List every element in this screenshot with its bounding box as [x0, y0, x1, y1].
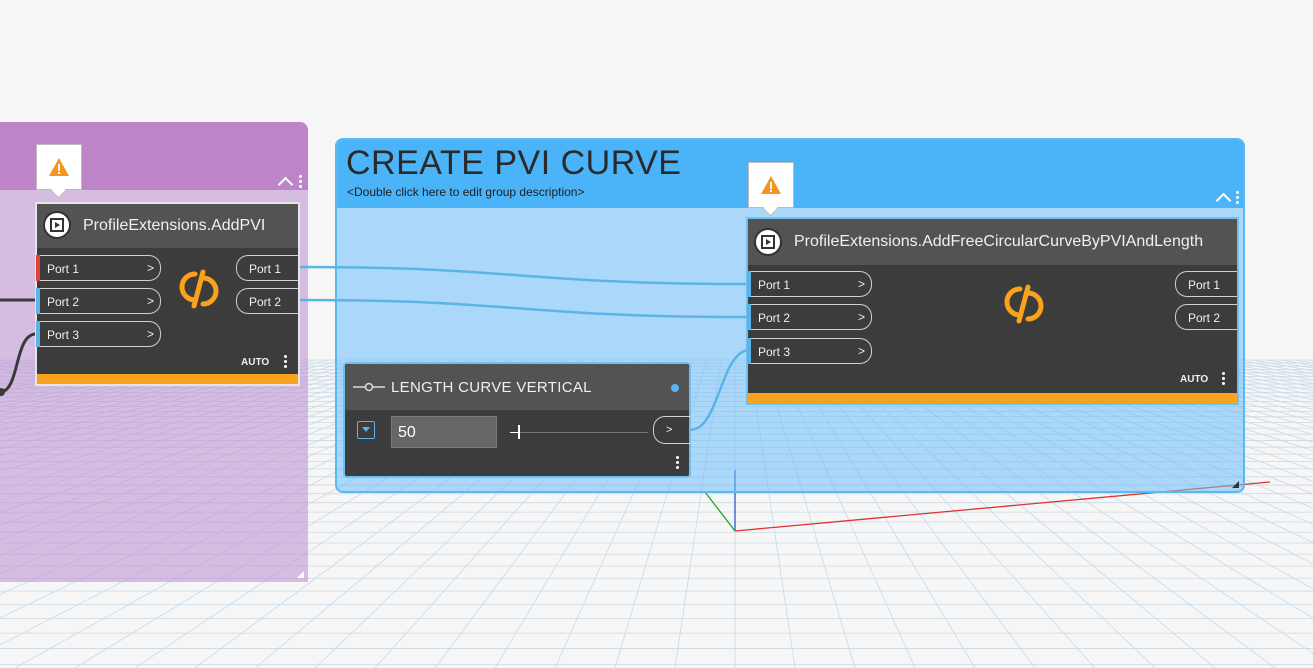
preview-indicator: [671, 384, 679, 392]
node-header[interactable]: LENGTH CURVE VERTICAL: [345, 364, 689, 410]
node-menu-icon[interactable]: [284, 355, 287, 370]
warning-bubble[interactable]: [748, 162, 794, 208]
output-port[interactable]: >: [653, 416, 691, 444]
port-label: Port 2: [1188, 311, 1221, 325]
slider-track[interactable]: [510, 432, 648, 433]
node-title: LENGTH CURVE VERTICAL: [391, 379, 592, 396]
group-resize-handle[interactable]: [297, 571, 304, 578]
node-add-free-circular-curve[interactable]: ProfileExtensions.AddFreeCircularCurveBy…: [746, 217, 1239, 405]
group-menu-icon[interactable]: [299, 175, 302, 190]
group-menu-icon[interactable]: [1236, 191, 1239, 206]
group-resize-handle[interactable]: [1232, 481, 1239, 488]
node-menu-icon[interactable]: [676, 456, 679, 471]
warning-bubble[interactable]: [36, 144, 82, 190]
warning-icon: [761, 176, 781, 194]
node-header[interactable]: ProfileExtensions.AddPVI: [37, 204, 298, 248]
input-port-1[interactable]: Port 1 >: [747, 271, 872, 297]
port-label: Port 1: [249, 262, 282, 276]
slider-thumb[interactable]: [518, 425, 520, 439]
input-port-2[interactable]: Port 2 >: [36, 288, 161, 314]
node-title: ProfileExtensions.AddPVI: [83, 217, 266, 234]
port-label: >: [666, 424, 673, 436]
port-label: Port 2: [47, 295, 80, 309]
port-label: Port 3: [758, 345, 791, 359]
port-label: Port 1: [1188, 278, 1221, 292]
slider-track-fill: [510, 432, 518, 433]
port-label: Port 2: [758, 311, 791, 325]
node-header[interactable]: ProfileExtensions.AddFreeCircularCurveBy…: [748, 219, 1237, 265]
lacing-label: AUTO: [1180, 374, 1209, 385]
node-length-curve-vertical[interactable]: LENGTH CURVE VERTICAL 50 >: [343, 362, 691, 478]
node-title: ProfileExtensions.AddFreeCircularCurveBy…: [794, 233, 1204, 250]
warning-icon: [49, 158, 69, 176]
node-status-bar: [748, 393, 1237, 403]
input-port-2[interactable]: Port 2 >: [747, 304, 872, 330]
node-menu-icon[interactable]: [1222, 372, 1225, 387]
input-port-3[interactable]: Port 3 >: [36, 321, 161, 347]
port-label: Port 2: [249, 295, 282, 309]
group-description[interactable]: <Double click here to edit group descrip…: [347, 185, 584, 199]
node-status-bar: [37, 374, 298, 384]
node-add-pvi[interactable]: ProfileExtensions.AddPVI Port 1 > Port 2 >…: [35, 202, 300, 386]
dynamo-logo-icon: [179, 269, 219, 309]
slider-value-input[interactable]: 50: [391, 416, 497, 448]
group-title[interactable]: CREATE PVI CURVE: [346, 144, 681, 183]
lacing-label: AUTO: [241, 357, 270, 368]
expand-slider-icon[interactable]: [357, 421, 375, 439]
port-label: Port 1: [758, 278, 791, 292]
port-label: Port 1: [47, 262, 80, 276]
node-type-icon: [754, 228, 782, 256]
input-port-3[interactable]: Port 3 >: [747, 338, 872, 364]
output-port-2[interactable]: Port 2: [236, 288, 298, 314]
dynamo-logo-icon: [1004, 284, 1044, 324]
output-port-1[interactable]: Port 1: [236, 255, 298, 281]
port-label: Port 3: [47, 328, 80, 342]
output-port-1[interactable]: Port 1: [1175, 271, 1237, 297]
output-port-2[interactable]: Port 2: [1175, 304, 1237, 330]
input-port-1[interactable]: Port 1 >: [36, 255, 161, 281]
slider-node-icon: [353, 382, 385, 392]
node-type-icon: [43, 211, 71, 239]
